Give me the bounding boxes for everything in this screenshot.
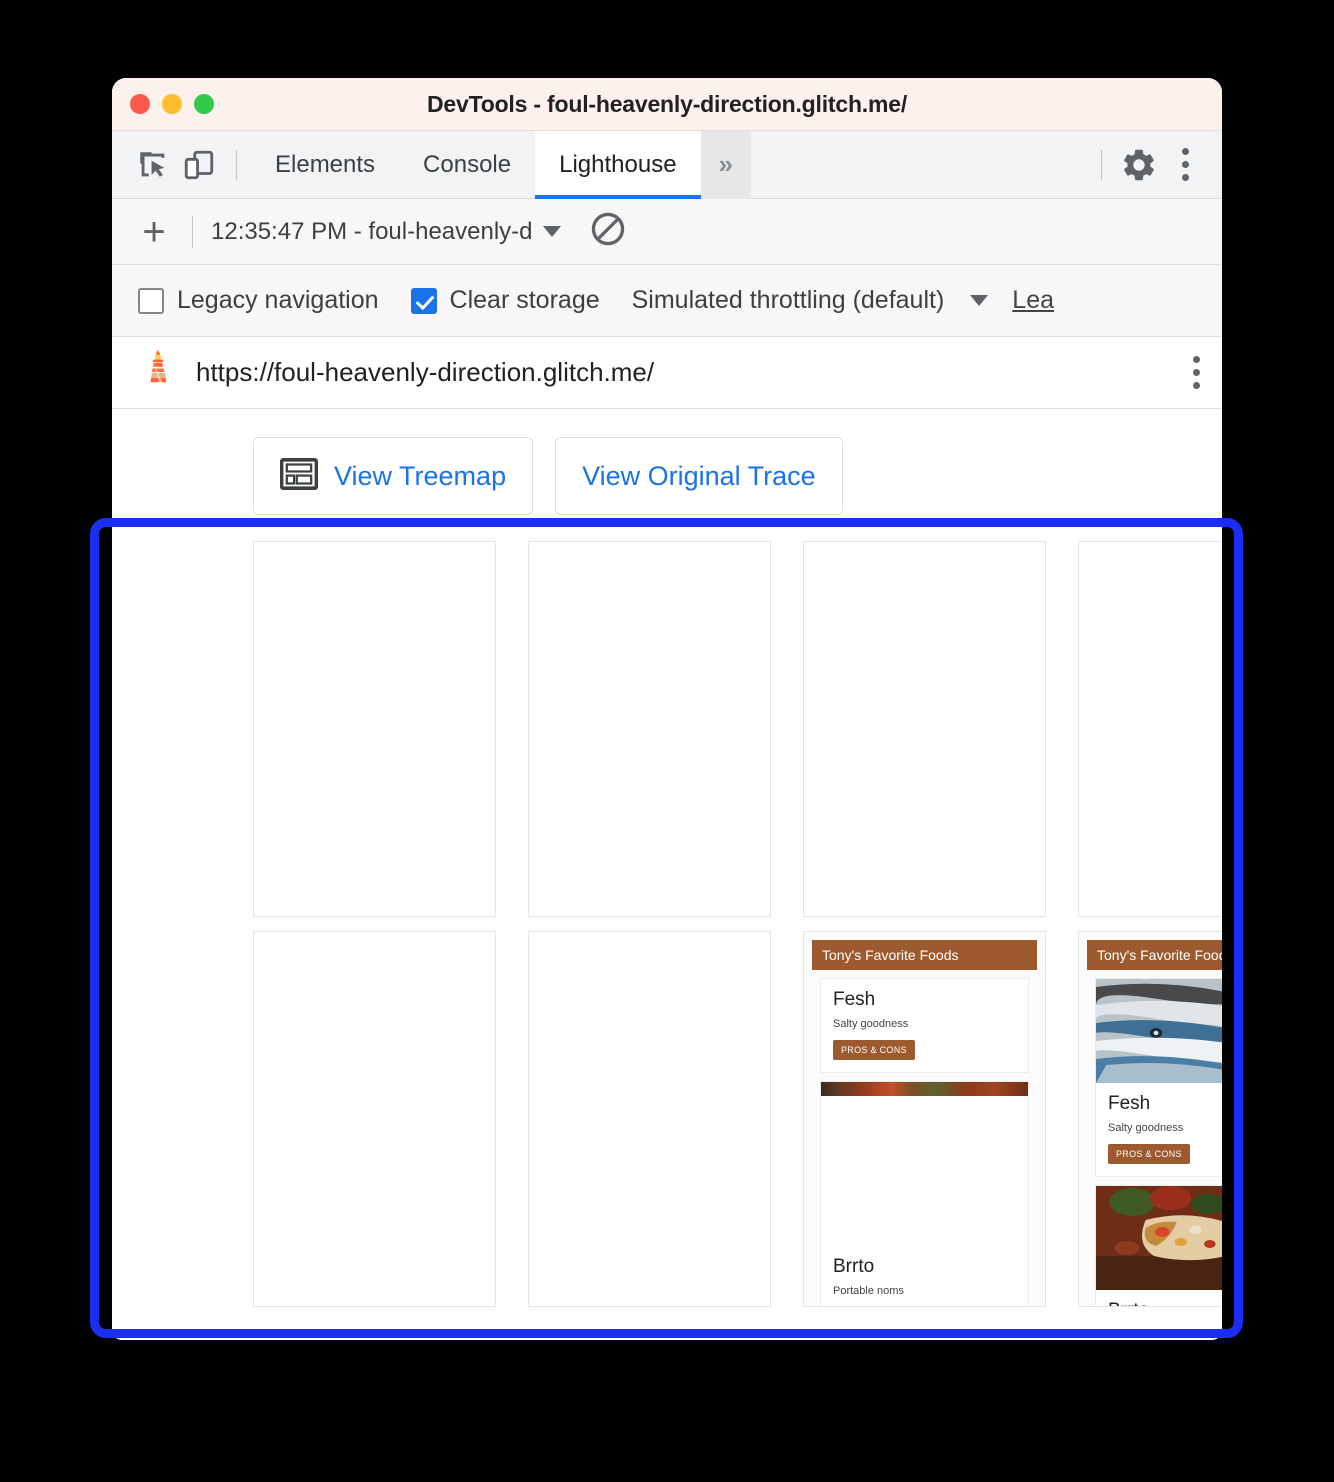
preview-site-header: Tony's Favorite Foods xyxy=(812,940,1037,970)
traffic-light-buttons xyxy=(130,94,214,114)
clear-storage-checkbox[interactable] xyxy=(410,287,437,314)
filmstrip-frame-1[interactable] xyxy=(253,541,496,917)
filmstrip-frame-3[interactable] xyxy=(803,541,1046,917)
new-audit-button[interactable]: + xyxy=(134,212,174,252)
minimize-window-button[interactable] xyxy=(162,94,182,114)
filmstrip-thumbnails: Tony's Favorite Foods Fesh Salty goodnes… xyxy=(112,515,1222,1307)
preview-card-title-l1: Fesh xyxy=(1108,1093,1151,1114)
preview-card-brrto: Brrto Portable noms PROS & CONS xyxy=(820,1081,1029,1306)
screen: DevTools - foul-heavenly-direction.glitc… xyxy=(0,0,1334,1482)
filmstrip-frame-5[interactable] xyxy=(253,931,496,1307)
preview-card-brrto-loaded: Brrto Portable noms xyxy=(1095,1185,1222,1306)
run-selector-dropdown[interactable]: 12:35:47 PM - foul-heavenly-d xyxy=(211,218,561,246)
no-entry-icon[interactable] xyxy=(589,210,627,253)
view-original-trace-label: View Original Trace xyxy=(582,460,816,491)
lighthouse-icon xyxy=(138,349,178,397)
legacy-navigation-option[interactable]: Legacy navigation xyxy=(138,286,379,315)
more-tabs-button[interactable]: » xyxy=(700,130,752,199)
devtools-tabstrip: Elements Console Lighthouse » xyxy=(112,130,1222,199)
preview-card-button-l1[interactable]: PROS & CONS xyxy=(1108,1144,1190,1164)
tabstrip-right-actions xyxy=(1087,142,1222,188)
inspect-element-icon[interactable] xyxy=(130,142,176,188)
legacy-navigation-label: Legacy navigation xyxy=(177,286,379,314)
audited-url: https://foul-heavenly-direction.glitch.m… xyxy=(196,357,655,387)
filmstrip-frame-8[interactable]: Tony's Favorite Foods Fesh Salty goodnes… xyxy=(1078,931,1222,1307)
filmstrip-frame-4[interactable] xyxy=(1078,541,1222,917)
preview-card-body-l2: Brrto Portable noms xyxy=(1096,1290,1222,1306)
preview-card-title-l2: Brrto xyxy=(1108,1300,1222,1306)
window-titlebar: DevTools - foul-heavenly-direction.glitc… xyxy=(112,78,1222,131)
toolbar-divider xyxy=(236,149,237,180)
tab-lighthouse-label: Lighthouse xyxy=(559,150,677,178)
view-treemap-button[interactable]: View Treemap xyxy=(253,437,534,515)
gear-icon[interactable] xyxy=(1116,142,1162,188)
report-options-kebab-icon[interactable] xyxy=(1193,356,1200,389)
toolbar-divider-right xyxy=(1101,149,1102,180)
report-action-buttons: View Treemap View Original Trace xyxy=(112,409,1222,515)
chevron-down-icon-throttling xyxy=(970,295,989,306)
filmstrip-frame-7[interactable]: Tony's Favorite Foods Fesh Salty goodnes… xyxy=(803,931,1046,1307)
preview-card-subtitle: Salty goodness xyxy=(833,1018,909,1030)
chevron-down-icon xyxy=(542,226,561,237)
preview-card-button[interactable]: PROS & CONS xyxy=(833,1040,915,1060)
tab-lighthouse[interactable]: Lighthouse xyxy=(535,130,701,199)
preview-site-header-2: Tony's Favorite Foods xyxy=(1087,940,1222,970)
selected-run-label: 12:35:47 PM - foul-heavenly-d xyxy=(211,217,533,245)
audited-url-bar: https://foul-heavenly-direction.glitch.m… xyxy=(112,337,1222,409)
preview-card-subtitle-2: Portable noms xyxy=(833,1285,904,1297)
preview-card-subtitle-l1: Salty goodness xyxy=(1108,1122,1184,1134)
lighthouse-runbar: + 12:35:47 PM - foul-heavenly-d xyxy=(112,199,1222,265)
preview-image-placeholder xyxy=(821,1096,1028,1246)
throttling-label: Simulated throttling (default) xyxy=(631,286,945,314)
learn-more-link[interactable]: Lea xyxy=(1012,286,1054,315)
preview-card-body-2: Brrto Portable noms PROS & CONS xyxy=(821,1246,1028,1306)
preview-card-title-2: Brrto xyxy=(833,1256,875,1277)
clear-storage-label: Clear storage xyxy=(449,286,600,314)
preview-card-body-l1: Fesh Salty goodness PROS & CONS xyxy=(1096,1083,1222,1176)
page-preview-partial: Tony's Favorite Foods Fesh Salty goodnes… xyxy=(804,932,1045,1306)
legacy-navigation-checkbox[interactable] xyxy=(138,287,164,314)
tab-console-label: Console xyxy=(423,150,512,178)
throttling-dropdown[interactable]: Simulated throttling (default) xyxy=(632,286,989,315)
devtools-window: DevTools - foul-heavenly-direction.glitc… xyxy=(112,78,1222,1340)
preview-card-title: Fesh xyxy=(833,989,876,1010)
device-toolbar-icon[interactable] xyxy=(176,142,222,188)
filmstrip-frame-2[interactable] xyxy=(528,541,771,917)
tab-console[interactable]: Console xyxy=(399,131,535,199)
clear-storage-option[interactable]: Clear storage xyxy=(410,286,600,315)
preview-card-fesh-loaded: Fesh Salty goodness PROS & CONS xyxy=(1095,978,1222,1177)
maximize-window-button[interactable] xyxy=(194,94,214,114)
lighthouse-options-bar: Legacy navigation Clear storage Simulate… xyxy=(112,265,1222,337)
close-window-button[interactable] xyxy=(130,94,150,114)
view-treemap-label: View Treemap xyxy=(334,460,507,491)
view-original-trace-button[interactable]: View Original Trace xyxy=(555,437,843,515)
filmstrip-frame-6[interactable] xyxy=(528,931,771,1307)
fish-photo xyxy=(1096,979,1222,1083)
burrito-photo xyxy=(1096,1186,1222,1290)
treemap-icon xyxy=(279,457,319,495)
kebab-menu-icon[interactable] xyxy=(1162,142,1208,188)
burrito-photo-partial xyxy=(821,1082,1028,1096)
tab-elements-label: Elements xyxy=(275,150,376,178)
page-preview-loaded: Tony's Favorite Foods Fesh Salty goodnes… xyxy=(1079,932,1222,1306)
preview-card-fesh: Fesh Salty goodness PROS & CONS xyxy=(820,978,1029,1073)
window-title: DevTools - foul-heavenly-direction.glitc… xyxy=(426,90,908,117)
preview-card-body: Fesh Salty goodness PROS & CONS xyxy=(821,979,1028,1072)
runbar-divider xyxy=(192,215,193,248)
chevron-double-right-icon: » xyxy=(718,149,734,179)
tab-elements[interactable]: Elements xyxy=(251,131,399,199)
